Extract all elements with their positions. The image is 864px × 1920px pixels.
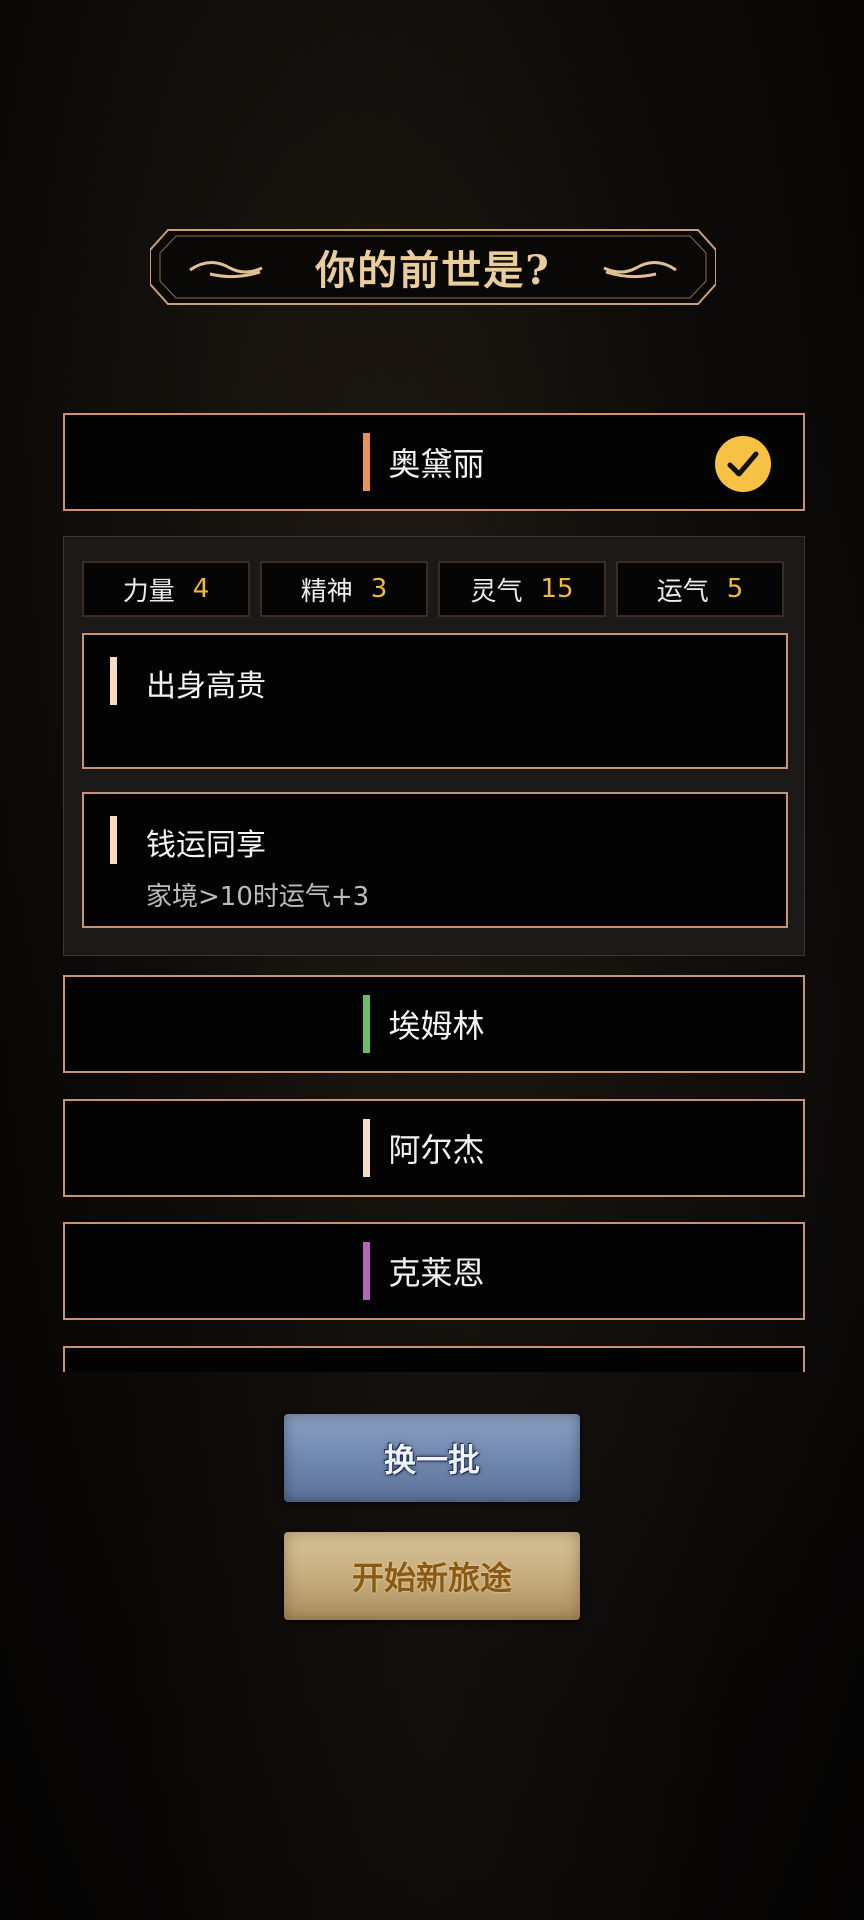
- page-title: 你的前世是?: [315, 247, 551, 294]
- stat-luck: 运气 5: [616, 561, 784, 617]
- stat-aura: 灵气 15: [438, 561, 606, 617]
- character-name: 克莱恩: [388, 1254, 485, 1292]
- character-row[interactable]: 埃姆林: [63, 975, 805, 1073]
- stat-value: 5: [726, 574, 744, 604]
- rarity-bar: [363, 1242, 371, 1300]
- stat-label: 运气: [656, 576, 709, 607]
- refresh-button[interactable]: 换一批: [284, 1414, 580, 1502]
- rarity-bar: [363, 995, 371, 1053]
- character-row-partial[interactable]: [63, 1346, 805, 1372]
- rarity-bar: [363, 1119, 371, 1177]
- character-row-selected[interactable]: 奥黛丽: [63, 413, 805, 511]
- trait-bar: [110, 816, 117, 864]
- stat-label: 精神: [300, 576, 353, 607]
- character-row[interactable]: 阿尔杰: [63, 1099, 805, 1197]
- trait-card: 钱运同享 家境>10时运气+3: [82, 792, 788, 928]
- stat-value: 15: [540, 574, 574, 604]
- character-detail-panel: 力量 4 精神 3 灵气 15 运气 5 出身高贵 钱运同享 家境>10时运气+…: [63, 536, 805, 956]
- trait-desc: 家境>10时运气+3: [146, 882, 370, 912]
- start-journey-button[interactable]: 开始新旅途: [284, 1532, 580, 1620]
- stat-strength: 力量 4: [82, 561, 250, 617]
- stat-spirit: 精神 3: [260, 561, 428, 617]
- character-name: 奥黛丽: [388, 445, 485, 483]
- character-name: 阿尔杰: [388, 1131, 485, 1169]
- trait-card: 出身高贵: [82, 633, 788, 769]
- trait-name: 出身高贵: [146, 669, 266, 704]
- title-banner: 你的前世是?: [150, 228, 716, 306]
- rarity-bar: [363, 433, 371, 491]
- stat-value: 3: [370, 574, 388, 604]
- character-row[interactable]: 克莱恩: [63, 1222, 805, 1320]
- stats-row: 力量 4 精神 3 灵气 15 运气 5: [82, 561, 784, 617]
- trait-bar: [110, 657, 117, 705]
- stat-value: 4: [192, 574, 210, 604]
- list-clip: [0, 1346, 864, 1372]
- character-name: 埃姆林: [388, 1007, 485, 1045]
- trait-name: 钱运同享: [146, 828, 266, 863]
- checkmark-icon: [715, 436, 771, 492]
- stat-label: 灵气: [470, 576, 523, 607]
- stat-label: 力量: [122, 576, 175, 607]
